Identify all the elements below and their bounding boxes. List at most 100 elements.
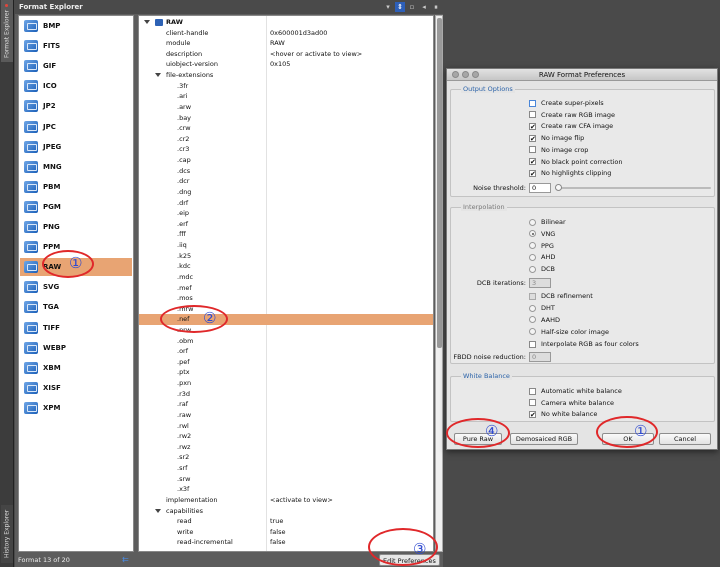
output-option[interactable]: No black point correction	[529, 157, 623, 167]
tree-row[interactable]: .raw	[139, 410, 433, 421]
checkbox[interactable]	[529, 340, 536, 348]
expand-arrow-icon[interactable]	[155, 73, 161, 78]
dcb-iterations-input[interactable]: 3	[529, 278, 551, 288]
radio-button[interactable]	[529, 242, 536, 250]
radio-button[interactable]	[529, 304, 536, 312]
tree-row[interactable]: .iiq	[139, 240, 433, 251]
interpolation-radio[interactable]: AAHD	[529, 315, 560, 325]
format-item-ico[interactable]: ICO	[20, 77, 132, 95]
expand-arrow-icon[interactable]	[144, 20, 150, 24]
tree-row[interactable]: .rw2	[139, 431, 433, 442]
format-item-xbm[interactable]: XBM	[20, 359, 132, 377]
interpolation-radio[interactable]: AHD	[529, 252, 555, 262]
white-balance-option[interactable]: Camera white balance	[529, 398, 614, 408]
radio-button[interactable]	[529, 230, 536, 238]
checkbox[interactable]	[529, 111, 536, 119]
interpolation-radio[interactable]: Bilinear	[529, 217, 566, 227]
tree-row[interactable]: .k25	[139, 251, 433, 262]
checkbox[interactable]	[529, 399, 536, 407]
demosaiced-rgb-button[interactable]: Demosaiced RGB	[510, 433, 578, 445]
format-item-tga[interactable]: TGA	[20, 298, 132, 316]
slider-handle[interactable]	[555, 184, 562, 191]
tree-row[interactable]: .mos	[139, 293, 433, 304]
tree-row[interactable]: .mef	[139, 283, 433, 294]
shade-icon[interactable]: ◂	[419, 2, 429, 12]
checkbox[interactable]	[529, 158, 536, 165]
format-item-svg[interactable]: SVG	[20, 278, 132, 296]
radio-button[interactable]	[529, 253, 536, 261]
tree-row[interactable]: .arw	[139, 102, 433, 113]
output-option[interactable]: Create raw RGB image	[529, 110, 615, 120]
tree-row[interactable]: read true	[139, 516, 433, 527]
tree-row[interactable]: .srw	[139, 474, 433, 485]
tree-row[interactable]: .bay	[139, 113, 433, 124]
tree-row[interactable]: .mdc	[139, 272, 433, 283]
output-option[interactable]: Create super-pixels	[529, 98, 604, 108]
tree-row[interactable]: description <hover or activate to view>	[139, 49, 433, 60]
tree-row[interactable]: .rwl	[139, 421, 433, 432]
interpolation-radio[interactable]: PPG	[529, 241, 554, 251]
format-item-jp2[interactable]: JP2	[20, 97, 132, 115]
tree-row[interactable]: .cap	[139, 155, 433, 166]
radio-button[interactable]	[529, 316, 536, 324]
radio-button[interactable]	[529, 328, 536, 336]
tree-row[interactable]: .sr2	[139, 452, 433, 463]
history-explorer-side-tab[interactable]: History Explorer	[1, 505, 13, 563]
format-item-jpeg[interactable]: JPEG	[20, 138, 132, 156]
tree-row[interactable]: module RAW	[139, 38, 433, 49]
tree-row[interactable]: .fff	[139, 229, 433, 240]
checkbox[interactable]	[529, 410, 536, 418]
tree-row[interactable]: .rwz	[139, 442, 433, 453]
radio-button[interactable]	[529, 218, 536, 226]
interpolation-radio[interactable]: Half-size color image	[529, 327, 609, 337]
dcb-refinement-option[interactable]: DCB refinement	[529, 291, 593, 301]
tree-row[interactable]: .crw	[139, 123, 433, 134]
output-option[interactable]: No highlights clipping	[529, 168, 611, 178]
close-window-icon[interactable]	[452, 71, 459, 78]
tree-row[interactable]: uiobject-version 0x105	[139, 59, 433, 70]
tree-row[interactable]: .ptx	[139, 367, 433, 378]
tree-root[interactable]: RAW	[139, 17, 433, 28]
tree-row[interactable]: .3fr	[139, 81, 433, 92]
checkbox[interactable]	[529, 99, 536, 107]
tree-row[interactable]: .dcr	[139, 176, 433, 187]
tree-row[interactable]: implementation <activate to view>	[139, 495, 433, 506]
tree-row[interactable]: .x3f	[139, 484, 433, 495]
tree-row[interactable]: .obm	[139, 336, 433, 347]
cancel-button[interactable]: Cancel	[659, 433, 711, 445]
format-item-tiff[interactable]: TIFF	[20, 319, 132, 337]
tree-row[interactable]: .ari	[139, 91, 433, 102]
tree-row[interactable]: capabilities	[139, 506, 433, 517]
format-item-pbm[interactable]: PBM	[20, 178, 132, 196]
tree-scrollbar[interactable]	[435, 15, 443, 552]
minimize-window-icon[interactable]	[462, 71, 469, 78]
tree-row[interactable]: .r3d	[139, 389, 433, 400]
close-icon[interactable]: ⏸	[431, 2, 441, 12]
checkbox[interactable]	[529, 146, 536, 154]
expand-arrow-icon[interactable]	[155, 508, 161, 513]
float-icon[interactable]: ▫	[407, 2, 417, 12]
tree-row[interactable]: file-extensions	[139, 70, 433, 81]
format-item-webp[interactable]: WEBP	[20, 339, 132, 357]
tree-row[interactable]: .eip	[139, 208, 433, 219]
tree-row[interactable]: .orf	[139, 346, 433, 357]
tree-row[interactable]: .kdc	[139, 261, 433, 272]
format-item-mng[interactable]: MNG	[20, 158, 132, 176]
checkbox[interactable]	[529, 292, 536, 300]
output-option[interactable]: No image flip	[529, 133, 584, 143]
format-item-xisf[interactable]: XISF	[20, 379, 132, 397]
interpolation-radio[interactable]: DHT	[529, 303, 555, 313]
format-item-bmp[interactable]: BMP	[20, 17, 132, 35]
tree-row[interactable]: .pxn	[139, 378, 433, 389]
tree-row[interactable]: .dcs	[139, 166, 433, 177]
format-item-gif[interactable]: GIF	[20, 57, 132, 75]
tree-row[interactable]: .dng	[139, 187, 433, 198]
fbdd-input[interactable]: 0	[529, 352, 551, 362]
output-option[interactable]: Create raw CFA image	[529, 121, 613, 131]
tree-row[interactable]: .raf	[139, 399, 433, 410]
tree-row[interactable]: client-handle 0x600001d3ad00	[139, 28, 433, 39]
interpolation-radio[interactable]: DCB	[529, 264, 555, 274]
dropdown-arrow-icon[interactable]: ▾	[383, 2, 393, 12]
tree-row[interactable]: .drf	[139, 198, 433, 209]
zoom-window-icon[interactable]	[472, 71, 479, 78]
